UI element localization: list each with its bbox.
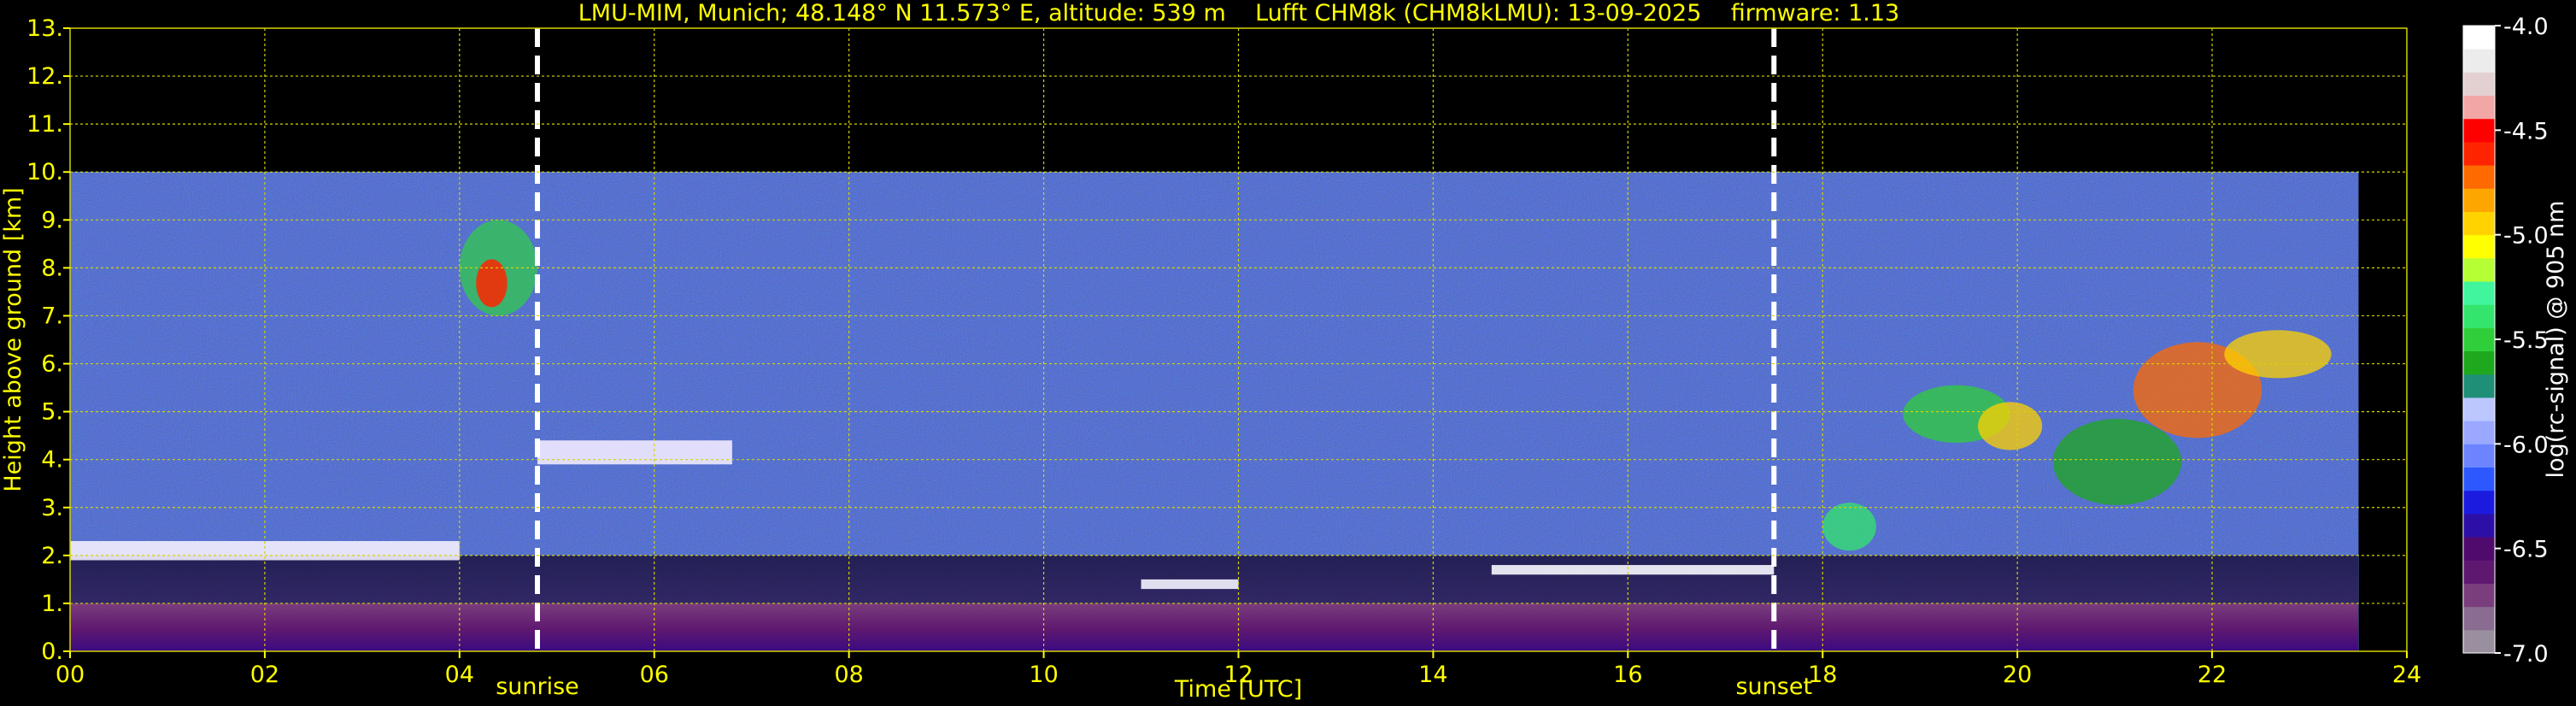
colorbar-segment: [2463, 560, 2495, 584]
colorbar-tick-label: -6.5: [2503, 537, 2549, 563]
x-tick-label: 16: [1613, 662, 1642, 688]
y-tick-label: 6.: [41, 351, 63, 378]
colorbar-segment: [2463, 490, 2495, 515]
cirrus-patch: [2224, 330, 2332, 379]
cirrus-patch: [1978, 402, 2043, 450]
colorbar-segment: [2463, 304, 2495, 328]
colorbar-segment: [2463, 211, 2495, 236]
ceilometer-chart: sunrise sunset 00 02 04 06 08 10 12 14 16 18 20 22 24…: [0, 14, 2569, 703]
y-tick-label: 1.: [41, 591, 63, 617]
colorbar-tick-label: -5.0: [2503, 223, 2549, 250]
colorbar-segment: [2463, 421, 2495, 444]
x-tick-label: 20: [2003, 662, 2032, 688]
y-axis-label: Height above ground [km]: [0, 187, 26, 491]
x-tick-label: 10: [1029, 662, 1058, 688]
colorbar-tick-label: -6.0: [2503, 432, 2549, 458]
y-tick-label: 2.: [41, 543, 63, 569]
x-tick-label: 22: [2198, 662, 2227, 688]
x-tick-label: 24: [2392, 662, 2421, 688]
colorbar-segment: [2463, 95, 2495, 120]
colorbar-segment: [2463, 350, 2495, 375]
feature-surface-layer: [70, 603, 2359, 651]
x-tick-label: 02: [250, 662, 279, 688]
colorbar-tick-label: -4.0: [2503, 14, 2549, 40]
x-tick-label: 14: [1418, 662, 1447, 688]
cirrus-patch: [2052, 419, 2182, 505]
colorbar-segment: [2463, 327, 2495, 352]
colorbar-segment: [2463, 467, 2495, 491]
x-tick-label: 00: [56, 662, 85, 688]
colorbar-segment: [2463, 606, 2495, 631]
colorbar-segment: [2463, 374, 2495, 398]
cirrus-patch: [1822, 503, 1876, 551]
colorbar-segment: [2463, 188, 2495, 212]
y-tick-label: 12.: [26, 63, 63, 90]
x-axis-label: Time [UTC]: [1174, 676, 1302, 703]
colorbar-label: log(rc-signal) @ 905 nm: [2543, 201, 2569, 479]
y-tick-label: 4.: [41, 447, 63, 474]
colorbar-segment: [2463, 583, 2495, 608]
colorbar-tick-label: -7.0: [2503, 641, 2549, 668]
y-tick-label: 7.: [41, 303, 63, 329]
colorbar-segment: [2463, 49, 2495, 73]
colorbar: -4.0 -4.5 -5.0 -5.5 -6.0 -6.5 -7.0: [2462, 14, 2549, 668]
feature-ice-cloud-core: [476, 259, 508, 308]
y-tick-label: 9.: [41, 207, 63, 233]
colorbar-segment: [2463, 444, 2495, 468]
colorbar-segment: [2463, 234, 2495, 259]
colorbar-tick-label: -4.5: [2503, 118, 2549, 144]
x-tick-label: 04: [445, 662, 474, 688]
colorbar-segment: [2463, 537, 2495, 561]
colorbar-segment: [2463, 118, 2495, 143]
event-label-sunrise: sunrise: [496, 674, 579, 700]
y-tick-label: 8.: [41, 255, 63, 281]
colorbar-segment: [2463, 165, 2495, 189]
y-tick-label: 13.: [26, 15, 63, 42]
feature-layer: [537, 440, 732, 465]
x-tick-label: 18: [1808, 662, 1837, 688]
y-tick-label: 3.: [41, 495, 63, 521]
y-tick-label: 5.: [41, 399, 63, 426]
colorbar-segment: [2463, 397, 2495, 421]
colorbar-segment: [2463, 513, 2495, 538]
boundary-layer-band: [70, 555, 2359, 603]
y-tick-label: 11.: [26, 111, 63, 138]
y-tick-label: 0.: [41, 638, 63, 665]
x-tick-label: 06: [640, 662, 669, 688]
colorbar-segment: [2463, 72, 2495, 97]
colorbar-segment: [2463, 141, 2495, 166]
x-tick-label: 08: [834, 662, 863, 688]
feature-layer: [1141, 579, 1239, 590]
y-tick-label: 10.: [26, 159, 63, 185]
feature-layer: [1491, 565, 1775, 575]
colorbar-tick-label: -5.5: [2503, 327, 2549, 354]
colorbar-segment: [2463, 281, 2495, 305]
colorbar-segment: [2463, 257, 2495, 282]
event-label-sunset: sunset: [1735, 674, 1812, 700]
colorbar-segment: [2463, 26, 2495, 50]
colorbar-segment: [2463, 629, 2495, 654]
